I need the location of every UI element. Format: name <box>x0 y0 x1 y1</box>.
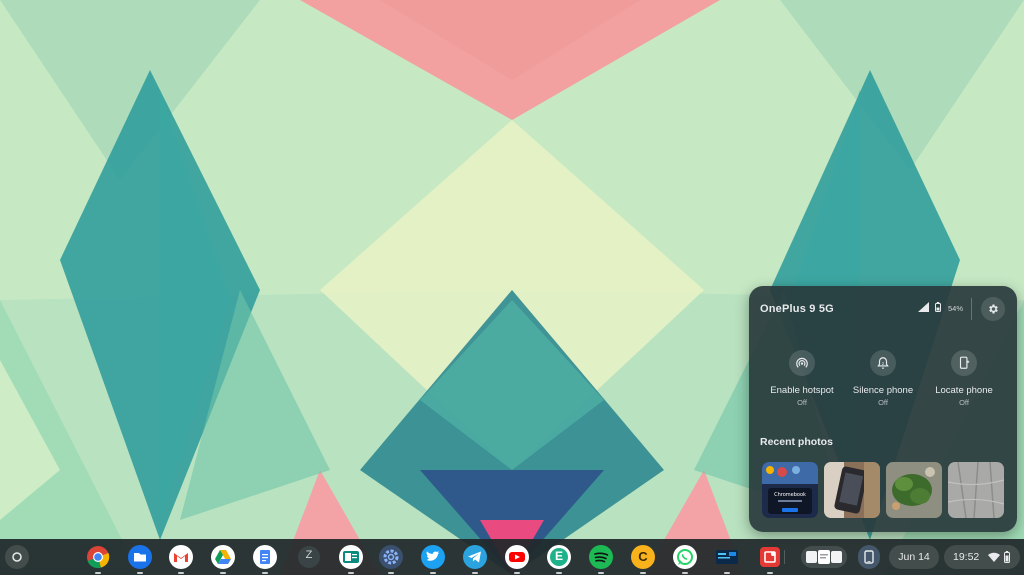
phone-hub-panel: OnePlus 9 5G 54% Enable hotspot Off z Si… <box>749 286 1017 532</box>
app-screenshot[interactable] <box>757 544 783 574</box>
launcher-button[interactable] <box>5 545 29 569</box>
running-indicator <box>178 572 184 574</box>
shelf-divider <box>784 550 785 564</box>
telegram-icon <box>463 545 487 569</box>
feature-label: Locate phone <box>935 385 993 396</box>
news-app-icon <box>716 550 738 564</box>
app-drive[interactable] <box>210 544 236 574</box>
running-indicator <box>472 572 478 574</box>
launcher-circle-icon <box>12 552 22 562</box>
running-indicator <box>348 572 354 574</box>
running-indicator <box>682 572 688 574</box>
spotify-icon <box>589 545 613 569</box>
feature-enable-hotspot: Enable hotspot Off <box>762 350 842 407</box>
recent-photo-thumbnail[interactable]: Chromebook <box>762 462 818 518</box>
running-indicator <box>262 572 268 574</box>
recent-photo-thumbnail[interactable] <box>948 462 1004 518</box>
running-indicator <box>95 572 101 574</box>
wifi-icon <box>988 552 1000 562</box>
phone-name: OnePlus 9 5G <box>760 303 834 315</box>
feature-locate-phone: Locate phone Off <box>924 350 1004 407</box>
running-indicator <box>724 572 730 574</box>
feature-silence-phone: z Silence phone Off <box>843 350 923 407</box>
running-indicator <box>598 572 604 574</box>
app-docs[interactable] <box>252 544 278 574</box>
holding-space-tray[interactable] <box>801 546 847 568</box>
feature-label: Silence phone <box>852 385 914 396</box>
feature-state: Off <box>797 398 807 407</box>
clock: 19:52 <box>953 551 980 563</box>
outlook-icon <box>339 545 363 569</box>
battery-icon <box>1004 551 1010 563</box>
battery-icon <box>935 302 941 312</box>
running-indicator <box>767 572 773 574</box>
running-indicator <box>220 572 226 574</box>
app-news[interactable] <box>714 544 740 574</box>
feature-state: Off <box>878 398 888 407</box>
app-youtube[interactable] <box>504 544 530 574</box>
gmail-icon <box>169 545 193 569</box>
locate-phone-button[interactable] <box>951 350 977 376</box>
app-chrome[interactable] <box>85 544 111 574</box>
hotspot-icon <box>796 357 808 368</box>
silence-phone-button[interactable]: z <box>870 350 896 376</box>
app-zeal[interactable]: Z <box>296 544 322 570</box>
recent-photo-thumbnail[interactable] <box>824 462 880 518</box>
shelf: Z E C Jun 14 19:52 <box>0 539 1024 575</box>
red-app-icon <box>760 547 780 567</box>
gear-icon <box>989 304 998 314</box>
phone-hub-tray-button[interactable] <box>858 545 880 569</box>
running-indicator <box>388 572 394 574</box>
files-icon <box>128 545 152 569</box>
battery-percent: 54% <box>948 304 964 313</box>
e-letter: E <box>554 549 563 563</box>
date-tray[interactable]: Jun 14 <box>889 545 939 569</box>
status-area[interactable]: 19:52 <box>944 545 1020 569</box>
running-indicator <box>430 572 436 574</box>
recent-photo-thumbnail[interactable] <box>886 462 942 518</box>
youtube-icon <box>505 545 529 569</box>
recent-photos-title: Recent photos <box>760 436 833 448</box>
running-indicator <box>514 572 520 574</box>
app-outlook[interactable] <box>338 544 364 574</box>
silence-bell-icon: z <box>877 357 889 369</box>
z-letter: Z <box>305 549 313 561</box>
hub-settings-button[interactable] <box>981 297 1005 321</box>
app-whatsapp[interactable] <box>672 544 698 574</box>
app-c[interactable]: C <box>630 544 656 574</box>
twitter-icon <box>421 545 445 569</box>
c-letter: C <box>638 549 648 564</box>
app-telegram[interactable] <box>462 544 488 574</box>
phone-icon <box>864 550 874 564</box>
whatsapp-icon <box>673 545 697 569</box>
app-twitter[interactable] <box>420 544 446 574</box>
hub-divider <box>971 298 972 320</box>
app-settings[interactable] <box>378 544 404 574</box>
locate-phone-icon <box>959 356 970 369</box>
holding-space-previews-icon <box>806 550 842 564</box>
chrome-icon <box>87 546 110 569</box>
thumbnail-text: Chromebook <box>774 492 806 498</box>
app-files[interactable] <box>127 544 153 574</box>
signal-strength-icon <box>918 302 929 312</box>
enable-hotspot-button[interactable] <box>789 350 815 376</box>
settings-gear-icon <box>379 545 403 569</box>
running-indicator <box>640 572 646 574</box>
running-indicator <box>556 572 562 574</box>
running-indicator <box>137 572 143 574</box>
app-e[interactable]: E <box>546 544 572 574</box>
docs-icon <box>253 545 277 569</box>
drive-icon <box>211 545 235 569</box>
feature-label: Enable hotspot <box>770 385 834 396</box>
app-gmail[interactable] <box>168 544 194 574</box>
feature-state: Off <box>959 398 969 407</box>
app-spotify[interactable] <box>588 544 614 574</box>
